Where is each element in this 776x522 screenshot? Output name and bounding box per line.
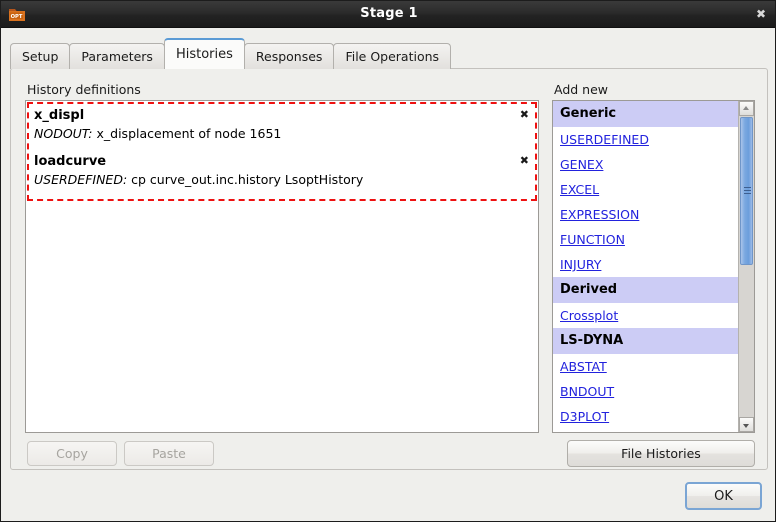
tab-file-operations[interactable]: File Operations bbox=[333, 43, 452, 69]
close-icon[interactable]: ✖ bbox=[751, 5, 771, 24]
tab-setup[interactable]: Setup bbox=[10, 43, 71, 69]
add-new-item-expression[interactable]: EXPRESSION bbox=[553, 202, 738, 227]
file-histories-button[interactable]: File Histories bbox=[567, 440, 755, 467]
histories-page-panel: History definitions Add new x_displ NODO… bbox=[10, 68, 768, 470]
tab-bar: Setup Parameters Histories Responses Fil… bbox=[10, 36, 452, 69]
add-new-group-generic: Generic bbox=[553, 101, 738, 127]
scrollbar-grip-icon bbox=[744, 187, 751, 196]
copy-button[interactable]: Copy bbox=[27, 441, 117, 466]
title-bar: OPT Stage 1 ✖ bbox=[1, 1, 775, 28]
add-new-label: Add new bbox=[554, 82, 609, 97]
history-entry-description: USERDEFINED: cp curve_out.inc.history Ls… bbox=[34, 171, 530, 188]
add-new-item-userdefined[interactable]: USERDEFINED bbox=[553, 127, 738, 152]
history-entry[interactable]: x_displ NODOUT: x_displacement of node 1… bbox=[34, 107, 530, 142]
history-entry-detail: cp curve_out.inc.history LsoptHistory bbox=[131, 172, 364, 187]
history-entry[interactable]: loadcurve USERDEFINED: cp curve_out.inc.… bbox=[34, 153, 530, 188]
history-definitions-label: History definitions bbox=[27, 82, 141, 97]
opt-folder-icon: OPT bbox=[9, 9, 25, 21]
scrollbar-thumb[interactable] bbox=[740, 117, 753, 265]
add-new-list[interactable]: Generic USERDEFINED GENEX EXCEL EXPRESSI… bbox=[552, 100, 755, 433]
svg-text:OPT: OPT bbox=[11, 14, 23, 20]
tab-responses[interactable]: Responses bbox=[243, 43, 335, 69]
paste-button[interactable]: Paste bbox=[124, 441, 214, 466]
scroll-down-icon[interactable] bbox=[739, 417, 754, 432]
remove-history-icon[interactable]: ✖ bbox=[520, 154, 529, 168]
add-new-item-d3plot[interactable]: D3PLOT bbox=[553, 404, 738, 429]
add-new-group-derived: Derived bbox=[553, 277, 738, 303]
window-title: Stage 1 bbox=[360, 6, 418, 21]
stage-dialog-window: OPT Stage 1 ✖ Setup Parameters Histories… bbox=[0, 0, 776, 522]
add-new-item-genex[interactable]: GENEX bbox=[553, 152, 738, 177]
add-new-item-excel[interactable]: EXCEL bbox=[553, 177, 738, 202]
add-new-list-items: Generic USERDEFINED GENEX EXCEL EXPRESSI… bbox=[553, 101, 738, 432]
add-new-item-function[interactable]: FUNCTION bbox=[553, 227, 738, 252]
add-new-item-crossplot[interactable]: Crossplot bbox=[553, 303, 738, 328]
tab-parameters[interactable]: Parameters bbox=[69, 43, 165, 69]
remove-history-icon[interactable]: ✖ bbox=[520, 108, 529, 122]
history-entry-name: loadcurve bbox=[34, 154, 107, 169]
ok-button[interactable]: OK bbox=[685, 482, 762, 510]
add-new-item-bndout[interactable]: BNDOUT bbox=[553, 379, 738, 404]
history-entry-kind: USERDEFINED: bbox=[34, 172, 128, 187]
history-entry-kind: NODOUT: bbox=[34, 126, 93, 141]
tab-histories[interactable]: Histories bbox=[163, 38, 245, 69]
add-new-scrollbar[interactable] bbox=[738, 101, 754, 432]
add-new-item-injury[interactable]: INJURY bbox=[553, 252, 738, 277]
scroll-up-icon[interactable] bbox=[739, 101, 754, 116]
add-new-item-abstat[interactable]: ABSTAT bbox=[553, 354, 738, 379]
history-entry-name: x_displ bbox=[34, 108, 85, 123]
add-new-group-ls-dyna: LS-DYNA bbox=[553, 328, 738, 354]
history-entry-description: NODOUT: x_displacement of node 1651 bbox=[34, 125, 530, 142]
history-definitions-list[interactable]: x_displ NODOUT: x_displacement of node 1… bbox=[25, 100, 539, 433]
history-entry-detail: x_displacement of node 1651 bbox=[96, 126, 282, 141]
